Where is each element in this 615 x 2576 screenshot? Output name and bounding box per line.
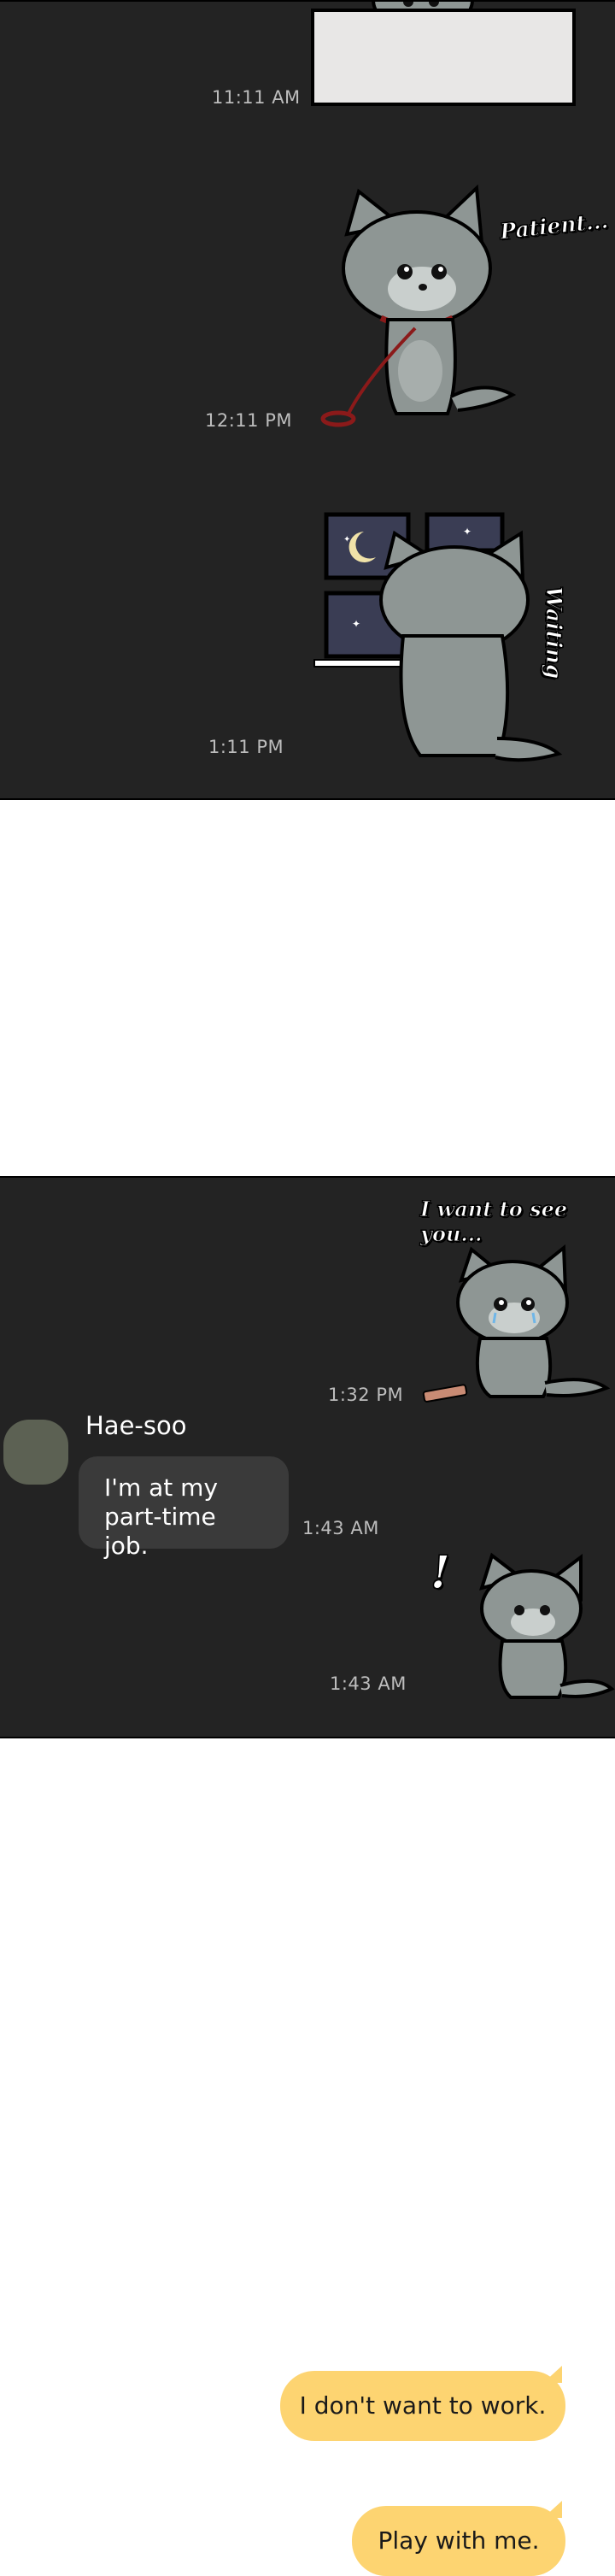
comic-panel-chat-1: 11:11 AM Patient... 12:11 PM ✦ ✦ ✦ Waiti… <box>0 0 615 800</box>
teary-cat-with-phone-sticker <box>419 1229 615 1404</box>
message-timestamp: 11:11 AM <box>212 87 301 108</box>
message-timestamp: 1:43 AM <box>302 1518 379 1538</box>
message-timestamp: 1:32 PM <box>328 1385 404 1405</box>
exclamation-mark: ! <box>430 1547 451 1600</box>
incoming-message-text: I'm at my part-time job. <box>104 1473 219 1560</box>
sticker-caption-waiting: Waiting <box>542 585 567 679</box>
phone-icon <box>420 1383 472 1408</box>
svg-text:✦: ✦ <box>463 526 472 538</box>
message-timestamp: 1:11 PM <box>208 737 284 757</box>
surprised-cat-sticker <box>453 1547 615 1705</box>
outgoing-message-bubble[interactable]: I don't want to work. <box>280 2371 565 2441</box>
outgoing-message-text: I don't want to work. <box>299 2391 547 2420</box>
message-timestamp: 12:11 PM <box>205 410 292 431</box>
svg-text:✦: ✦ <box>352 618 360 630</box>
message-timestamp: 1:43 AM <box>330 1673 407 1694</box>
bubble-tail <box>543 2501 562 2518</box>
cat-behind-card-sticker <box>308 2 581 117</box>
bubble-tail <box>543 2366 562 2383</box>
outgoing-message-text: Play with me. <box>378 2526 540 2555</box>
svg-text:✦: ✦ <box>343 535 350 544</box>
outgoing-message-bubble[interactable]: Play with me. <box>352 2506 565 2576</box>
incoming-message-bubble[interactable]: I'm at my part-time job. <box>79 1456 289 1560</box>
avatar[interactable] <box>3 1420 68 1485</box>
comic-panel-chat-2: I want to see you... 1:32 PM Hae-soo I'm… <box>0 1176 615 1738</box>
sender-name: Hae-soo <box>85 1411 187 1440</box>
cat-at-window-sticker: ✦ ✦ ✦ <box>309 508 565 777</box>
